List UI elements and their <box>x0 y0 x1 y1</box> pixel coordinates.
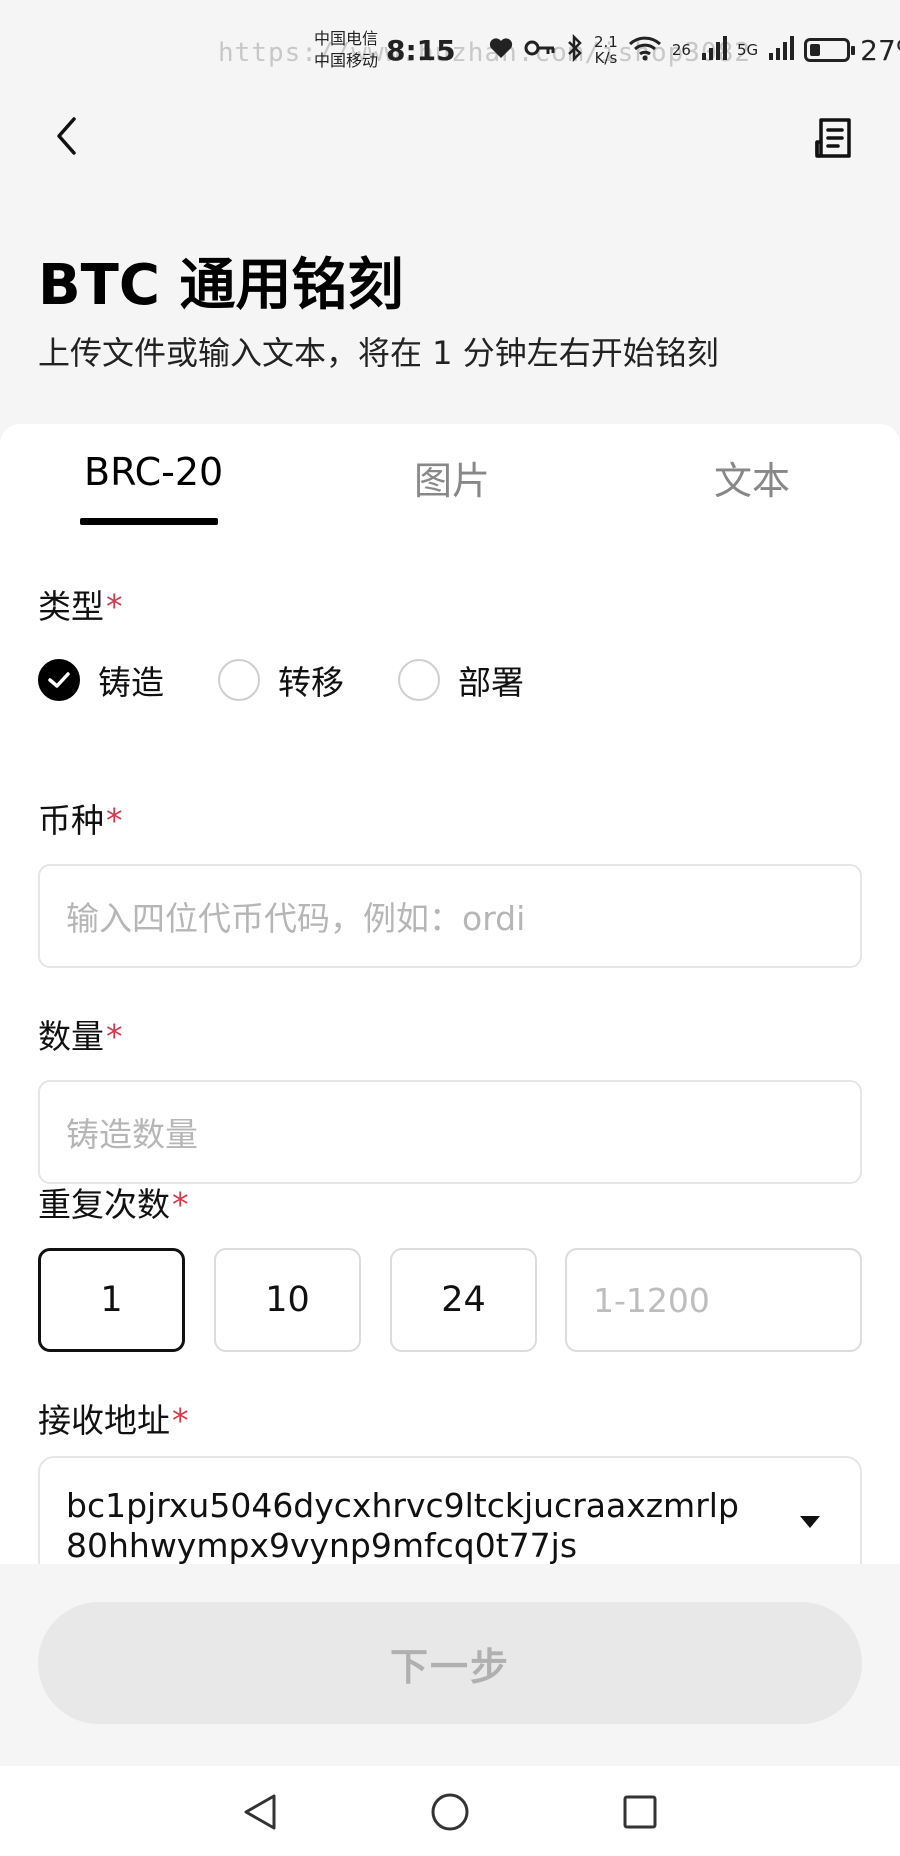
tab-text[interactable]: 文本 <box>714 450 790 505</box>
repeat-label: 重复次数* <box>38 1178 189 1226</box>
signal-1-label: 26 <box>671 41 691 59</box>
repeat-option-1[interactable]: 1 <box>38 1248 185 1352</box>
amount-label-text: 数量 <box>38 1017 104 1056</box>
radio-mint-label: 铸造 <box>98 663 164 702</box>
repeat-custom-input[interactable]: 1-1200 <box>565 1248 862 1352</box>
network-speed: 2.1 K/s <box>594 34 618 66</box>
radio-unchecked-icon <box>398 659 440 701</box>
token-placeholder: 输入四位代币代码，例如：ordi <box>66 899 526 938</box>
carrier-2: 中国移动 <box>314 51 379 70</box>
amount-placeholder: 铸造数量 <box>66 1115 198 1154</box>
back-button[interactable] <box>46 108 86 164</box>
address-label: 接收地址* <box>38 1394 189 1442</box>
bottom-action-bar: 下一步 <box>0 1564 900 1766</box>
key-icon <box>524 38 556 62</box>
triangle-back-icon <box>244 1794 276 1830</box>
radio-checked-icon <box>38 659 80 701</box>
chevron-left-icon <box>57 117 76 155</box>
signal-2-icon <box>768 35 795 65</box>
required-mark: * <box>106 587 123 626</box>
next-step-button[interactable]: 下一步 <box>38 1602 862 1724</box>
nav-home-button[interactable] <box>422 1784 478 1840</box>
signal-1-icon <box>701 35 727 65</box>
radio-deploy-label: 部署 <box>458 663 524 702</box>
radio-transfer-label: 转移 <box>278 663 344 702</box>
address-value: bc1pjrxu5046dycxhrvc9ltckjucraaxzmrlp80h… <box>66 1486 739 1565</box>
radio-deploy[interactable]: 部署 <box>398 656 524 704</box>
nav-recents-button[interactable] <box>612 1784 668 1840</box>
records-button[interactable] <box>810 112 858 164</box>
wifi-icon <box>628 35 662 65</box>
tab-brc20[interactable]: BRC-20 <box>84 450 223 494</box>
battery-icon <box>804 38 856 62</box>
required-mark: * <box>106 1017 123 1056</box>
speed-value: 2.1 <box>594 33 618 51</box>
tab-image[interactable]: 图片 <box>414 450 490 505</box>
speed-unit: K/s <box>594 49 618 67</box>
repeat-label-text: 重复次数 <box>38 1185 170 1224</box>
status-bar: https://www.huzhan.com/ishop3082 中国电信 中国… <box>0 0 900 100</box>
status-icons: 2.1 K/s 26 5G 27% <box>488 32 900 68</box>
document-list-icon <box>815 118 851 158</box>
required-mark: * <box>172 1401 189 1440</box>
form-card: BRC-20 图片 文本 类型* 铸造 转移 部署 币种* 输入四位代币代码，例… <box>0 424 900 1596</box>
square-recents-icon <box>623 1795 657 1829</box>
required-mark: * <box>172 1185 189 1224</box>
nav-back-button[interactable] <box>232 1784 288 1840</box>
repeat-option-10[interactable]: 10 <box>214 1248 361 1352</box>
token-label-text: 币种 <box>38 801 104 840</box>
carrier-1: 中国电信 <box>314 29 379 48</box>
token-label: 币种* <box>38 794 123 842</box>
page-subtitle: 上传文件或输入文本，将在 1 分钟左右开始铭刻 <box>38 334 719 372</box>
token-input[interactable]: 输入四位代币代码，例如：ordi <box>38 864 862 968</box>
bluetooth-icon <box>566 33 584 66</box>
tab-bar: BRC-20 图片 文本 <box>0 424 900 526</box>
system-nav-bar <box>0 1766 900 1856</box>
type-label: 类型* <box>38 580 123 628</box>
battery-percent: 27% <box>860 33 900 67</box>
active-tab-indicator <box>80 518 218 525</box>
carrier-labels: 中国电信 中国移动 <box>314 28 378 72</box>
repeat-option-24[interactable]: 24 <box>390 1248 537 1352</box>
signal-2-label: 5G <box>736 41 759 59</box>
radio-mint[interactable]: 铸造 <box>38 656 164 704</box>
type-radio-group: 铸造 转移 部署 <box>38 656 578 704</box>
type-label-text: 类型 <box>38 587 104 626</box>
required-mark: * <box>106 801 123 840</box>
amount-input[interactable]: 铸造数量 <box>38 1080 862 1184</box>
screen: https://www.huzhan.com/ishop3082 中国电信 中国… <box>0 0 900 1856</box>
clock: 8:15 <box>386 34 456 67</box>
circle-home-icon <box>431 1793 469 1831</box>
radio-transfer[interactable]: 转移 <box>218 656 344 704</box>
heart-icon <box>488 36 514 64</box>
radio-unchecked-icon <box>218 659 260 701</box>
dropdown-arrow-icon <box>800 1516 820 1528</box>
address-label-text: 接收地址 <box>38 1401 170 1440</box>
page-title: BTC 通用铭刻 <box>38 253 404 318</box>
amount-label: 数量* <box>38 1010 123 1058</box>
